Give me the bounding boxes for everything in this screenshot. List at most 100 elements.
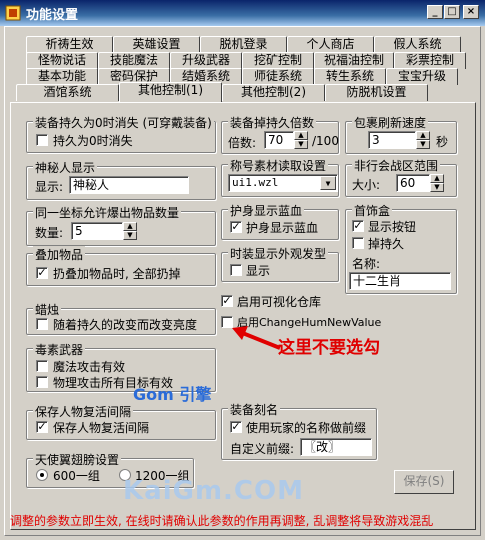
group-title: 天使翼翅膀设置	[33, 451, 122, 468]
engrave-label: 使用玩家的名称做前缀	[246, 421, 367, 435]
fashion-checkbox[interactable]	[230, 264, 242, 276]
stack-label: 扔叠加物品时, 全部扔掉	[53, 267, 181, 281]
group-title: 称号素材读取设置	[228, 157, 329, 174]
group-non-pk: 非行会战区范围 大小: 60 ▲ ▼	[345, 157, 457, 197]
tab-0-0[interactable]: 祈祷生效	[26, 36, 113, 53]
title-read-value: ui1.wzl	[232, 176, 279, 189]
title-read-select[interactable]: ui1.wzl ▼	[228, 174, 338, 192]
mystery-label: 显示:	[35, 180, 64, 194]
size-label: 大小:	[352, 178, 381, 192]
drop-durability-checkbox[interactable]	[352, 237, 364, 249]
tab-3-3[interactable]: 防脱机设置	[325, 84, 428, 101]
group-title: 首饰盒	[352, 202, 393, 219]
guard-checkbox[interactable]: ✓	[230, 221, 242, 233]
show-button-checkbox[interactable]: ✓	[352, 220, 364, 232]
group-title: 神秘人显示	[33, 159, 98, 176]
quantity-input[interactable]: 5	[71, 222, 123, 240]
group-durability: 装备持久为0时消失 (可穿戴装备) 持久为0时消失	[26, 114, 216, 153]
group-title: 装备刻名	[228, 401, 281, 418]
group-title: 非行会战区范围	[352, 157, 441, 174]
annotation-text: 这里不要选勾	[278, 338, 380, 358]
group-fashion: 时装显示外观发型 显示	[221, 245, 339, 282]
tab-1-1[interactable]: 技能魔法	[98, 52, 170, 69]
chevron-down-icon[interactable]: ▼	[320, 176, 336, 190]
maximize-button[interactable]: □	[444, 5, 460, 19]
group-revive: 保存人物复活间隔 ✓ 保存人物复活间隔	[26, 403, 216, 440]
quantity-spinner[interactable]: ▲ ▼	[123, 222, 137, 240]
minimize-button[interactable]: _	[427, 5, 443, 19]
show-button-label: 显示按钮	[368, 220, 417, 234]
tab-0-2[interactable]: 脱机登录	[200, 36, 287, 53]
rate-input[interactable]: 70	[264, 131, 294, 149]
visual-storage-checkbox[interactable]: ✓	[221, 295, 233, 307]
tab-3-1[interactable]: 其他控制(1)	[119, 82, 222, 102]
magic-attack-checkbox[interactable]	[36, 360, 48, 372]
tab-3-0[interactable]: 酒馆系统	[16, 84, 119, 101]
refresh-input[interactable]: 3	[368, 131, 416, 149]
group-title: 同一坐标允许爆出物品数量	[33, 204, 182, 221]
group-same-coord: 同一坐标允许爆出物品数量 数量: 5 ▲ ▼	[26, 204, 216, 246]
physical-attack-checkbox[interactable]	[36, 376, 48, 388]
engrave-checkbox[interactable]: ✓	[230, 421, 242, 433]
radio-600-label: 600一组	[53, 469, 100, 483]
warning-note: 调整的参数立即生效, 在线时请确认此参数的作用再调整, 乱调整将导致游戏混乱	[10, 514, 434, 528]
watermark-gom: Gom 引擎	[133, 385, 212, 404]
spin-up-icon[interactable]: ▲	[430, 174, 444, 183]
rate-label: 倍数:	[228, 136, 257, 150]
revive-checkbox[interactable]: ✓	[36, 421, 48, 433]
tab-2-0[interactable]: 基本功能	[26, 68, 98, 85]
guard-label: 护身显示蓝血	[246, 221, 319, 235]
spin-down-icon[interactable]: ▼	[294, 140, 308, 149]
fashion-label: 显示	[246, 264, 271, 278]
tab-2-3[interactable]: 师徒系统	[242, 68, 314, 85]
rate-spinner[interactable]: ▲ ▼	[294, 131, 308, 149]
spin-down-icon[interactable]: ▼	[416, 140, 430, 149]
group-title: 毒素武器	[33, 341, 86, 358]
jewelry-name-label: 名称:	[352, 257, 381, 271]
radio-600[interactable]	[36, 469, 48, 481]
tab-0-3[interactable]: 个人商店	[287, 36, 374, 53]
revive-label: 保存人物复活间隔	[53, 421, 150, 435]
group-stack: 叠加物品 ✓ 扔叠加物品时, 全部扔掉	[26, 246, 216, 286]
magic-attack-label: 魔法攻击有效	[53, 360, 126, 374]
durability-label: 持久为0时消失	[53, 134, 133, 148]
mystery-input[interactable]: 神秘人	[69, 176, 189, 194]
window-title: 功能设置	[26, 8, 79, 23]
rate-suffix: /100	[312, 134, 339, 148]
group-engrave: 装备刻名 ✓ 使用玩家的名称做前缀 自定义前缀: 〖改〗	[221, 401, 377, 460]
save-button[interactable]: 保存(S)	[394, 470, 454, 494]
durability-checkbox[interactable]	[36, 134, 48, 146]
jewelry-name-input[interactable]: 十二生肖	[349, 272, 451, 290]
close-button[interactable]: ×	[463, 5, 479, 19]
tab-1-5[interactable]: 彩票控制	[394, 52, 466, 69]
tab-2-5[interactable]: 宝宝升级	[386, 68, 458, 85]
group-title: 叠加物品	[33, 246, 86, 263]
app-icon	[5, 5, 21, 21]
tab-1-0[interactable]: 怪物说话	[26, 52, 98, 69]
size-spinner[interactable]: ▲ ▼	[430, 174, 444, 192]
spin-down-icon[interactable]: ▼	[123, 231, 137, 240]
tab-1-2[interactable]: 升级武器	[170, 52, 242, 69]
tab-0-4[interactable]: 假人系统	[374, 36, 461, 53]
group-title: 保存人物复活间隔	[33, 403, 134, 420]
stack-checkbox[interactable]: ✓	[36, 267, 48, 279]
group-mystery: 神秘人显示 显示: 神秘人	[26, 159, 216, 200]
tab-1-4[interactable]: 祝福油控制	[314, 52, 394, 69]
refresh-spinner[interactable]: ▲ ▼	[416, 131, 430, 149]
candle-checkbox[interactable]	[36, 318, 48, 330]
spin-down-icon[interactable]: ▼	[430, 183, 444, 192]
tab-0-1[interactable]: 英雄设置	[113, 36, 200, 53]
size-input[interactable]: 60	[396, 174, 430, 192]
group-drop-rate: 装备掉持久倍数 倍数: 70 ▲ ▼ /100	[221, 114, 339, 154]
group-title: 装备持久为0时消失 (可穿戴装备)	[33, 114, 214, 131]
spin-up-icon[interactable]: ▲	[416, 131, 430, 140]
spin-up-icon[interactable]: ▲	[294, 131, 308, 140]
group-jewelry: 首饰盒 ✓ 显示按钮 掉持久 名称: 十二生肖	[345, 202, 457, 294]
tab-2-4[interactable]: 转生系统	[314, 68, 386, 85]
group-guard: 护身显示蓝血 ✓ 护身显示蓝血	[221, 202, 339, 240]
spin-up-icon[interactable]: ▲	[123, 222, 137, 231]
group-title-read: 称号素材读取设置 ui1.wzl ▼	[221, 157, 339, 197]
prefix-input[interactable]: 〖改〗	[300, 438, 372, 456]
tab-3-2[interactable]: 其他控制(2)	[222, 84, 325, 101]
tab-1-3[interactable]: 挖矿控制	[242, 52, 314, 69]
